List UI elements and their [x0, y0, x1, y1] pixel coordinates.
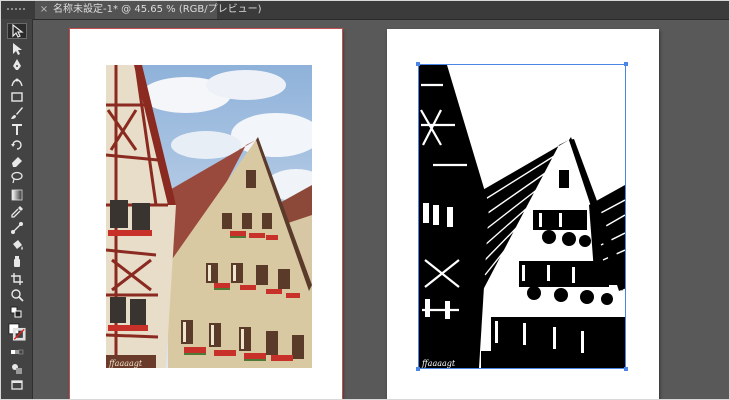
- eyedropper-tool-icon[interactable]: [7, 204, 27, 220]
- document-tab[interactable]: × 名称未設定-1* @ 45.65 % (RGB/プレビュー): [35, 1, 262, 19]
- rectangle-tool-icon[interactable]: [7, 89, 27, 105]
- gradient-tool-icon[interactable]: [7, 187, 27, 203]
- artboard-tool-icon[interactable]: [7, 271, 27, 287]
- direct-selection-tool-icon[interactable]: [7, 41, 27, 57]
- default-fill-stroke-icon[interactable]: [7, 305, 27, 321]
- screen-mode-icon[interactable]: [7, 377, 27, 393]
- draw-mode-icon[interactable]: [7, 361, 27, 377]
- zoom-tool-icon[interactable]: [7, 287, 27, 303]
- document-tab-bar: × 名称未設定-1* @ 45.65 % (RGB/プレビュー): [1, 1, 729, 20]
- illustrator-window: × 名称未設定-1* @ 45.65 % (RGB/プレビュー) ffaaaag…: [0, 0, 730, 400]
- artboard-2[interactable]: ffaaaagt: [387, 29, 659, 399]
- shop-sign-text-threshold: ffaaaagt: [421, 359, 456, 368]
- symbol-sprayer-tool-icon[interactable]: [7, 253, 27, 269]
- eraser-tool-icon[interactable]: [7, 153, 27, 169]
- color-mode-icon[interactable]: [7, 345, 27, 361]
- close-tab-icon[interactable]: ×: [39, 1, 49, 19]
- rotate-tool-icon[interactable]: [7, 137, 27, 153]
- live-paint-bucket-tool-icon[interactable]: [7, 237, 27, 253]
- curvature-tool-icon[interactable]: [7, 73, 27, 89]
- paintbrush-tool-icon[interactable]: [7, 105, 27, 121]
- threshold-photo-image: ffaaaagt: [419, 65, 625, 368]
- tools-panel: [1, 19, 33, 399]
- shop-sign-text: ffaaaagt: [108, 359, 143, 368]
- placed-photo-color[interactable]: ffaaaagt: [106, 65, 312, 368]
- placed-photo-threshold[interactable]: ffaaaagt: [419, 65, 625, 368]
- artboard-1[interactable]: ffaaaagt: [69, 28, 343, 399]
- type-tool-icon[interactable]: [7, 121, 27, 137]
- pen-tool-icon[interactable]: [7, 57, 27, 73]
- blend-tool-icon[interactable]: [7, 220, 27, 236]
- canvas-area[interactable]: ffaaaagt ffaaaagt: [33, 20, 729, 399]
- document-tab-title: 名称未設定-1* @ 45.65 % (RGB/プレビュー): [53, 4, 262, 15]
- fill-stroke-swatches[interactable]: [7, 321, 27, 343]
- panel-grip-icon[interactable]: [7, 8, 25, 12]
- lasso-tool-icon[interactable]: [7, 169, 27, 185]
- color-photo-image: ffaaaagt: [106, 65, 312, 368]
- selection-tool-icon[interactable]: [7, 23, 27, 39]
